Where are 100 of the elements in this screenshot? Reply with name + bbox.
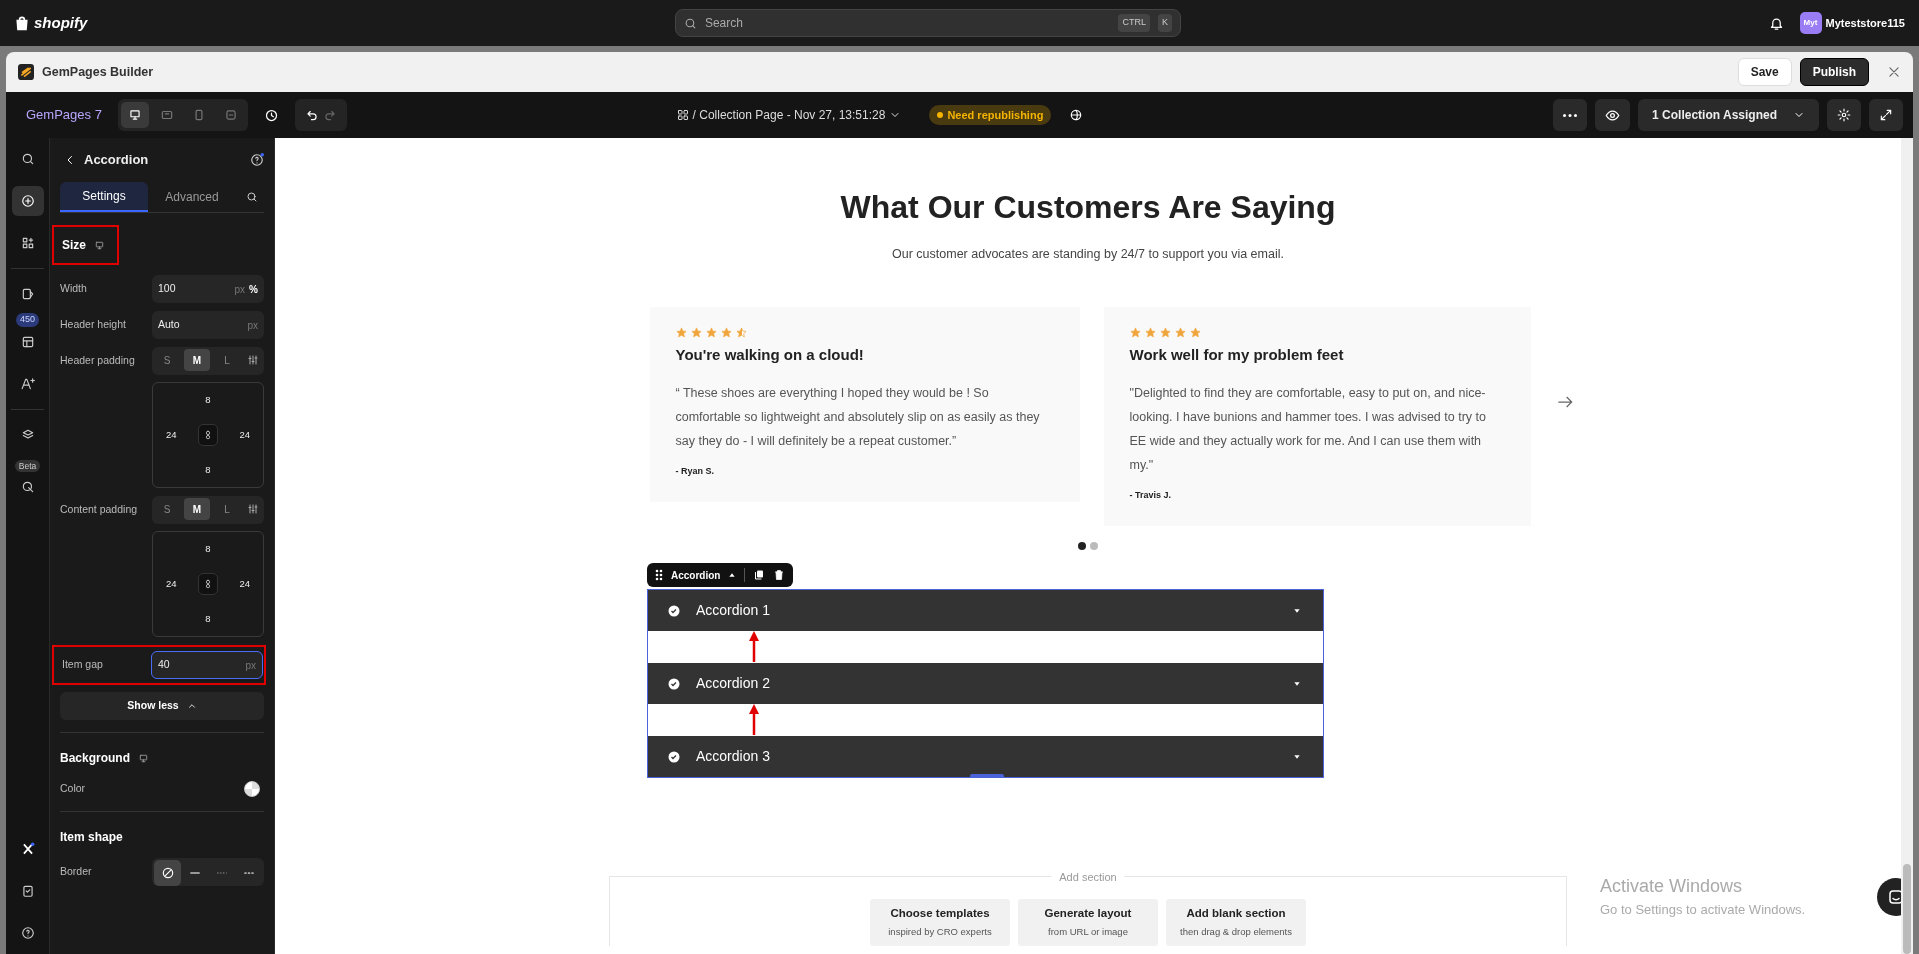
more-button[interactable] [1553,99,1588,131]
none-icon [160,866,175,880]
add-section-option[interactable]: Add blank section then drag & drop elements [1166,899,1306,946]
size-option[interactable]: L [214,498,240,520]
check-circle-icon [668,677,680,690]
more-icon [1563,113,1578,117]
history-icon[interactable] [263,107,279,123]
assignment-dropdown[interactable]: 1 Collection Assigned [1638,99,1819,131]
star-icon [1174,327,1186,339]
search-icon [20,152,35,166]
panel-tab[interactable]: Settings [60,182,148,212]
size-option[interactable]: L [214,349,240,371]
size-option[interactable]: M [184,349,210,371]
size-option[interactable]: S [154,349,180,371]
unit-label: px [245,658,256,673]
show-less-button[interactable]: Show less [60,692,264,720]
padding-value[interactable]: 8 [205,542,211,557]
grid-icon [676,109,689,121]
desktop-icon [94,239,105,251]
field-label: Header height [60,317,126,333]
padding-value[interactable]: 24 [239,576,250,592]
unit-option[interactable]: px [234,281,246,297]
ai-sparkle-icon [19,376,36,391]
check-circle-icon [668,604,680,617]
plus-circle-icon [20,194,35,208]
preview-button[interactable] [1595,99,1631,131]
panel-tab[interactable]: Advanced [148,182,236,212]
padding-value[interactable]: 8 [205,393,211,408]
padding-value[interactable]: 24 [166,576,177,592]
expand-button[interactable] [1869,99,1903,131]
bell-icon[interactable] [1768,15,1784,31]
annotation-arrow [749,631,759,663]
project-name[interactable]: GemPages 7 [26,105,102,125]
caret-down-icon [1291,679,1303,688]
padding-value[interactable]: 8 [205,462,211,477]
padding-value[interactable]: 24 [166,427,177,443]
plus-circle-button[interactable] [11,186,44,216]
os-notice-text: Go to Settings to activate Windows. [1600,901,1806,919]
element-type-label[interactable]: Accordion [671,567,721,583]
color-swatch[interactable] [244,781,260,797]
search-icon [683,16,697,30]
star-icon [690,327,702,339]
search-icon[interactable] [246,191,258,203]
device-button[interactable] [120,102,149,128]
link-button[interactable] [198,424,218,446]
page-title[interactable]: / Collection Page - Nov 27, 13:51:28 [692,106,886,124]
section-title: Size [62,237,86,254]
duplicate-icon[interactable] [753,569,766,582]
save-button[interactable]: Save [1737,58,1792,86]
size-option[interactable]: M [184,498,210,520]
settings-button[interactable] [1827,99,1861,131]
scrollbar-thumb[interactable] [1903,864,1911,954]
expand-icon [1879,108,1893,122]
border-option[interactable] [154,860,181,886]
testimonial-author: - Travis J. [1129,488,1173,502]
accordion-header[interactable]: Accordion 3 [648,736,1323,778]
field-label: Header padding [60,353,135,369]
element-toolbar[interactable]: Accordion [647,563,794,588]
size-option[interactable]: S [154,498,180,520]
caret-up-icon[interactable] [728,571,737,580]
accordion-header[interactable]: Accordion 1 [648,590,1323,632]
unit-option[interactable]: % [249,281,258,297]
header-height-field[interactable]: Auto px [152,311,264,339]
star-icon [735,327,747,339]
caret-down-icon [1291,752,1303,761]
logo-text: shopify [34,12,88,33]
search-field[interactable]: Search CTRL K [674,9,1181,37]
store-name[interactable]: Myteststore115 [1825,14,1905,32]
resize-handle[interactable] [970,774,1004,778]
field-label: Width [60,281,87,297]
padding-value[interactable]: 8 [205,611,211,626]
star-icon [720,327,732,339]
item-gap-field[interactable]: 40 px [151,651,263,679]
field-label: Color [60,781,86,797]
testimonial-author: - Ryan S. [675,464,715,478]
padding-value[interactable]: 24 [239,427,250,443]
sliders-icon[interactable] [247,354,259,366]
add-section-option[interactable]: Generate layout from URL or image [1018,899,1158,946]
trash-icon[interactable] [773,569,786,582]
star-icon [1159,327,1171,339]
eye-icon [1605,107,1621,123]
help-icon[interactable] [250,153,264,167]
carousel-dot[interactable] [1078,542,1086,551]
add-section-option[interactable]: Choose templates inspired by CRO experts [870,899,1010,946]
carousel-dot[interactable] [1090,542,1098,551]
close-icon[interactable] [1887,65,1901,79]
chat-icon [1887,888,1901,906]
link-button[interactable] [198,573,218,595]
sliders-icon[interactable] [247,503,259,515]
width-field[interactable]: 100 px % [152,275,264,303]
undo-icon[interactable] [304,108,319,122]
field-label: Content padding [60,502,138,518]
field-label: Item gap [62,657,103,673]
accordion-header[interactable]: Accordion 2 [648,663,1323,705]
globe-icon[interactable] [1069,108,1084,122]
publish-button[interactable]: Publish [1799,58,1869,86]
section-title: Item shape [60,829,124,846]
testimonial-text: “ These shoes are everything I hoped they would be ! So comfortable so lightweight and absolutely slip on as easily as they say they do - I will definitely be a repeat customer.” [675,384,1041,450]
layout-icon [20,334,35,349]
section-heading: What Our Customers Are Saying [840,188,1336,227]
